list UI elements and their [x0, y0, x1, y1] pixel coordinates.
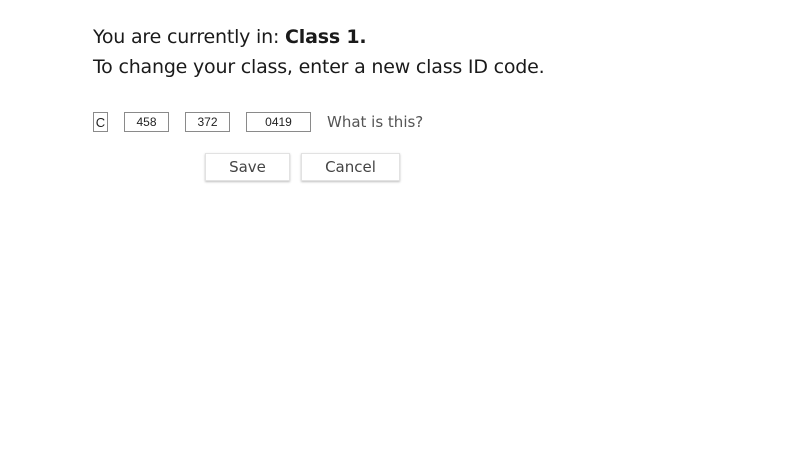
- what-is-this-link[interactable]: What is this?: [327, 113, 423, 131]
- save-button[interactable]: Save: [205, 153, 290, 181]
- current-class-line: You are currently in: Class 1.: [93, 22, 773, 52]
- current-class-name: Class 1.: [285, 26, 367, 48]
- class-id-code-row: What is this?: [93, 111, 423, 133]
- instruction-text: To change your class, enter a new class …: [93, 56, 545, 78]
- current-class-prefix: You are currently in:: [93, 26, 286, 48]
- class-code-part3-field[interactable]: [246, 112, 311, 132]
- class-code-part1-field[interactable]: [124, 112, 169, 132]
- cancel-button[interactable]: Cancel: [301, 153, 400, 181]
- action-buttons: Save Cancel: [205, 153, 400, 181]
- class-settings-panel: You are currently in: Class 1. To change…: [93, 22, 773, 82]
- class-code-prefix-field[interactable]: [93, 112, 108, 132]
- class-code-part2-field[interactable]: [185, 112, 230, 132]
